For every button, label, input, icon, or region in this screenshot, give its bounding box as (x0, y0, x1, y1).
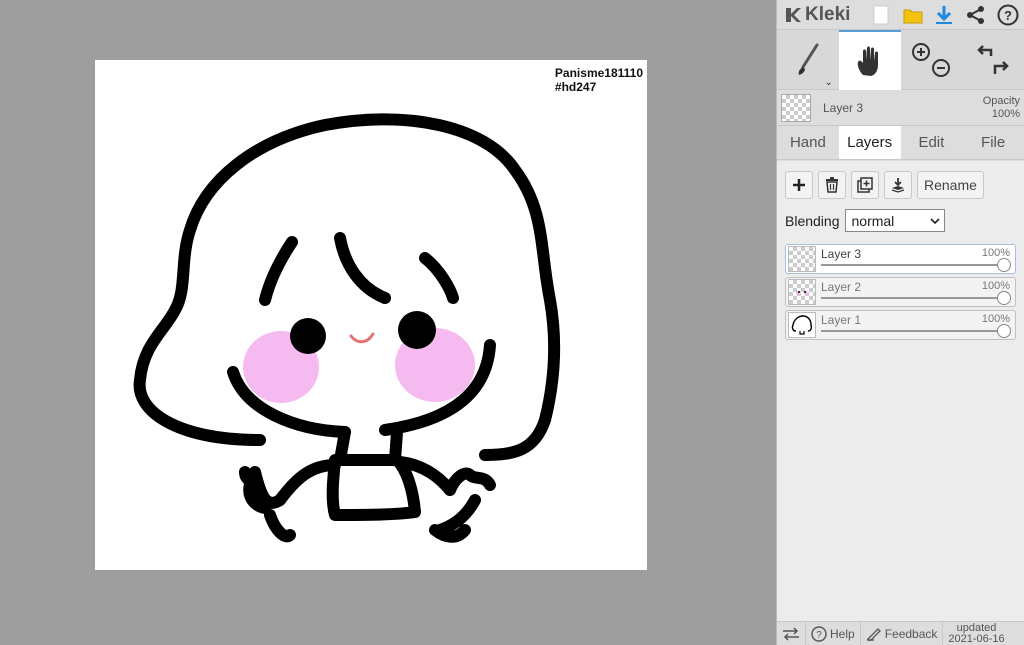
layer-item[interactable]: Layer 3 100% (785, 244, 1016, 274)
swap-arrows-icon (783, 626, 799, 641)
panel-tabs: Hand Layers Edit File (777, 126, 1024, 160)
trash-icon (826, 177, 838, 193)
merge-down-icon (891, 178, 905, 193)
chevron-down-icon (929, 217, 940, 224)
updated-date: 2021-06-16 (948, 632, 1005, 645)
layer-thumbnail (788, 312, 816, 338)
brush-tool-button[interactable]: ⌄ (777, 30, 839, 90)
opacity-label: Opacity (982, 94, 1020, 107)
opacity-slider-handle[interactable] (997, 258, 1011, 272)
duplicate-icon (857, 177, 873, 193)
brush-icon (798, 43, 819, 75)
plus-icon (793, 179, 805, 191)
kleki-logo: Kleki (783, 4, 865, 26)
tab-file[interactable]: File (962, 126, 1024, 159)
zoom-in-icon[interactable] (912, 43, 931, 61)
updated-label: updated (956, 621, 997, 634)
footer-bar: ? Help Feedback updated 2021-06-16 (777, 621, 1024, 645)
delete-layer-button[interactable] (818, 171, 846, 199)
layer-item[interactable]: Layer 1 100% (785, 310, 1016, 340)
opacity-slider-track[interactable] (821, 297, 1003, 299)
tab-edit[interactable]: Edit (901, 126, 963, 159)
blending-row: Blending normal (785, 209, 1016, 232)
top-bar: Kleki ? (777, 0, 1024, 30)
canvas-workspace: Panisme181110 #hd247 (0, 0, 776, 645)
merge-down-button[interactable] (884, 171, 912, 199)
duplicate-layer-button[interactable] (851, 171, 879, 199)
opacity-slider-track[interactable] (821, 330, 1003, 332)
layer-list: Layer 3 100% Layer 2 100% Layer 1 100% (785, 244, 1016, 340)
zoom-out-icon[interactable] (932, 59, 951, 77)
blending-label: Blending (785, 212, 840, 229)
tool-row: ⌄ (777, 30, 1024, 90)
layer-opacity: 100% (981, 313, 1010, 325)
feedback-icon (866, 627, 881, 641)
current-layer-name: Layer 3 (823, 100, 864, 115)
layer-name: Layer 2 (821, 280, 862, 294)
layer-name: Layer 3 (821, 247, 862, 261)
svg-text:?: ? (816, 630, 822, 641)
feedback-link[interactable]: Feedback (861, 621, 944, 645)
layer-opacity: 100% (981, 280, 1010, 292)
artist-signature: Panisme181110 #hd247 (555, 66, 643, 94)
help-label: Help (830, 626, 855, 641)
undo-icon[interactable] (977, 45, 993, 56)
opacity-slider-handle[interactable] (997, 291, 1011, 305)
signature-name: Panisme181110 (554, 66, 643, 80)
feedback-label: Feedback (884, 626, 938, 641)
add-layer-button[interactable] (785, 171, 813, 199)
opacity-value: 100% (991, 107, 1020, 120)
layer-thumbnail (788, 246, 816, 272)
signature-tag: #hd247 (554, 80, 597, 94)
opacity-slider-handle[interactable] (997, 324, 1011, 338)
redo-icon[interactable] (993, 61, 1009, 74)
kleki-logo-icon (786, 7, 801, 22)
layer-opacity: 100% (981, 247, 1010, 259)
download-icon[interactable] (932, 3, 956, 27)
svg-text:?: ? (1004, 8, 1012, 23)
zoom-controls (901, 30, 963, 90)
hand-tool-button[interactable] (838, 30, 901, 90)
new-file-icon[interactable] (869, 3, 893, 27)
help-link[interactable]: ? Help (806, 621, 861, 645)
current-layer-info: Layer 3 Opacity 100% (777, 90, 1024, 126)
help-circle-icon: ? (811, 625, 827, 642)
layers-pane: Rename Blending normal Layer 3 100% Laye (777, 161, 1024, 621)
chevron-down-icon[interactable]: ⌄ (824, 77, 832, 88)
layer-item[interactable]: Layer 2 100% (785, 277, 1016, 307)
side-panel: Kleki ? ⌄ Layer 3 Opacity 100% Hand Laye… (776, 0, 1024, 645)
help-icon[interactable]: ? (996, 3, 1020, 27)
blending-select[interactable]: normal (844, 209, 945, 232)
drawing-artwork (133, 113, 561, 543)
share-icon[interactable] (964, 3, 988, 27)
current-layer-opacity: Opacity 100% (983, 95, 1020, 121)
rename-layer-button[interactable]: Rename (917, 171, 984, 199)
tab-hand[interactable]: Hand (777, 126, 839, 159)
tab-layers[interactable]: Layers (838, 126, 901, 159)
hand-icon (857, 46, 878, 76)
app-name: Kleki (805, 3, 851, 25)
layer-thumbnail (788, 279, 816, 305)
layer-name: Layer 1 (821, 313, 862, 327)
drawing-canvas[interactable]: Panisme181110 #hd247 (95, 60, 647, 570)
opacity-slider-track[interactable] (821, 264, 1003, 266)
undo-redo-controls (962, 30, 1024, 90)
updated-info: updated 2021-06-16 (943, 622, 1009, 645)
current-layer-thumbnail (781, 93, 811, 122)
open-folder-icon[interactable] (901, 3, 925, 27)
swap-side-button[interactable] (777, 621, 806, 645)
blending-value: normal (851, 212, 895, 229)
layer-actions: Rename (785, 171, 1016, 199)
